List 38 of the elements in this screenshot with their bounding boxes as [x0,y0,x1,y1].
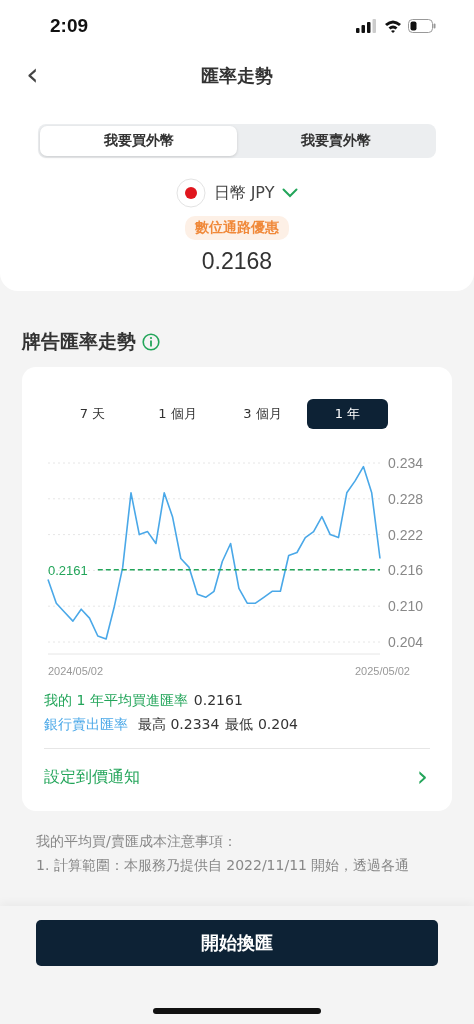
section-title: 牌告匯率走勢 [22,329,136,354]
bank-rate-label: 銀行賣出匯率 [44,716,128,734]
note-text: 我的平均買/賣匯成本注意事項： [36,833,238,851]
page-title: 匯率走勢 [201,64,273,88]
average-rate-value: 0.2161 [193,692,243,710]
x-axis-label: 2024/05/02 [48,665,104,677]
trade-tab[interactable]: 我要賣外幣 [237,126,434,156]
info-icon[interactable] [142,333,160,351]
x-axis-label: 2025/05/02 [354,665,410,677]
low-rate: 最低 0.204 [225,716,298,734]
y-axis-label: 0.222 [388,526,424,543]
period-tab[interactable]: 3 個月 [222,399,303,429]
trade-tab[interactable]: 我要買外幣 [40,126,237,156]
back-button[interactable]: ‹ [22,56,43,92]
average-label: 0.2161 [48,562,88,578]
exchange-rate: 0.2168 [200,248,274,275]
battery-icon [408,19,436,33]
start-exchange-button[interactable]: 開始換匯 [36,920,438,966]
signal-icon [356,19,378,33]
y-axis-label: 0.210 [388,598,424,615]
promo-badge: 數位通路優惠 [185,216,289,240]
y-axis-label: 0.216 [388,562,424,579]
currency-selector[interactable]: 日幣 JPY [213,182,275,204]
average-rate-label: 我的 1 年平均買進匯率 [44,692,188,710]
period-tab[interactable]: 1 年 [307,399,388,429]
y-axis-label: 0.234 [388,455,424,471]
status-time: 2:09 [50,15,89,37]
period-tab[interactable]: 7 天 [52,399,133,429]
chevron-right-icon: › [416,763,430,791]
period-tab[interactable]: 1 個月 [137,399,218,429]
high-rate: 最高 0.2334 [138,716,220,734]
price-alert-label: 設定到價通知 [44,766,140,788]
chevron-down-icon[interactable] [282,188,299,198]
note-text: 1. 計算範圍：本服務乃提供自 2022/11/11 開始，透過各通 [36,857,411,875]
y-axis-label: 0.228 [388,490,424,507]
y-axis-label: 0.204 [388,634,424,650]
flag-icon [175,178,206,208]
wifi-icon [384,19,402,33]
